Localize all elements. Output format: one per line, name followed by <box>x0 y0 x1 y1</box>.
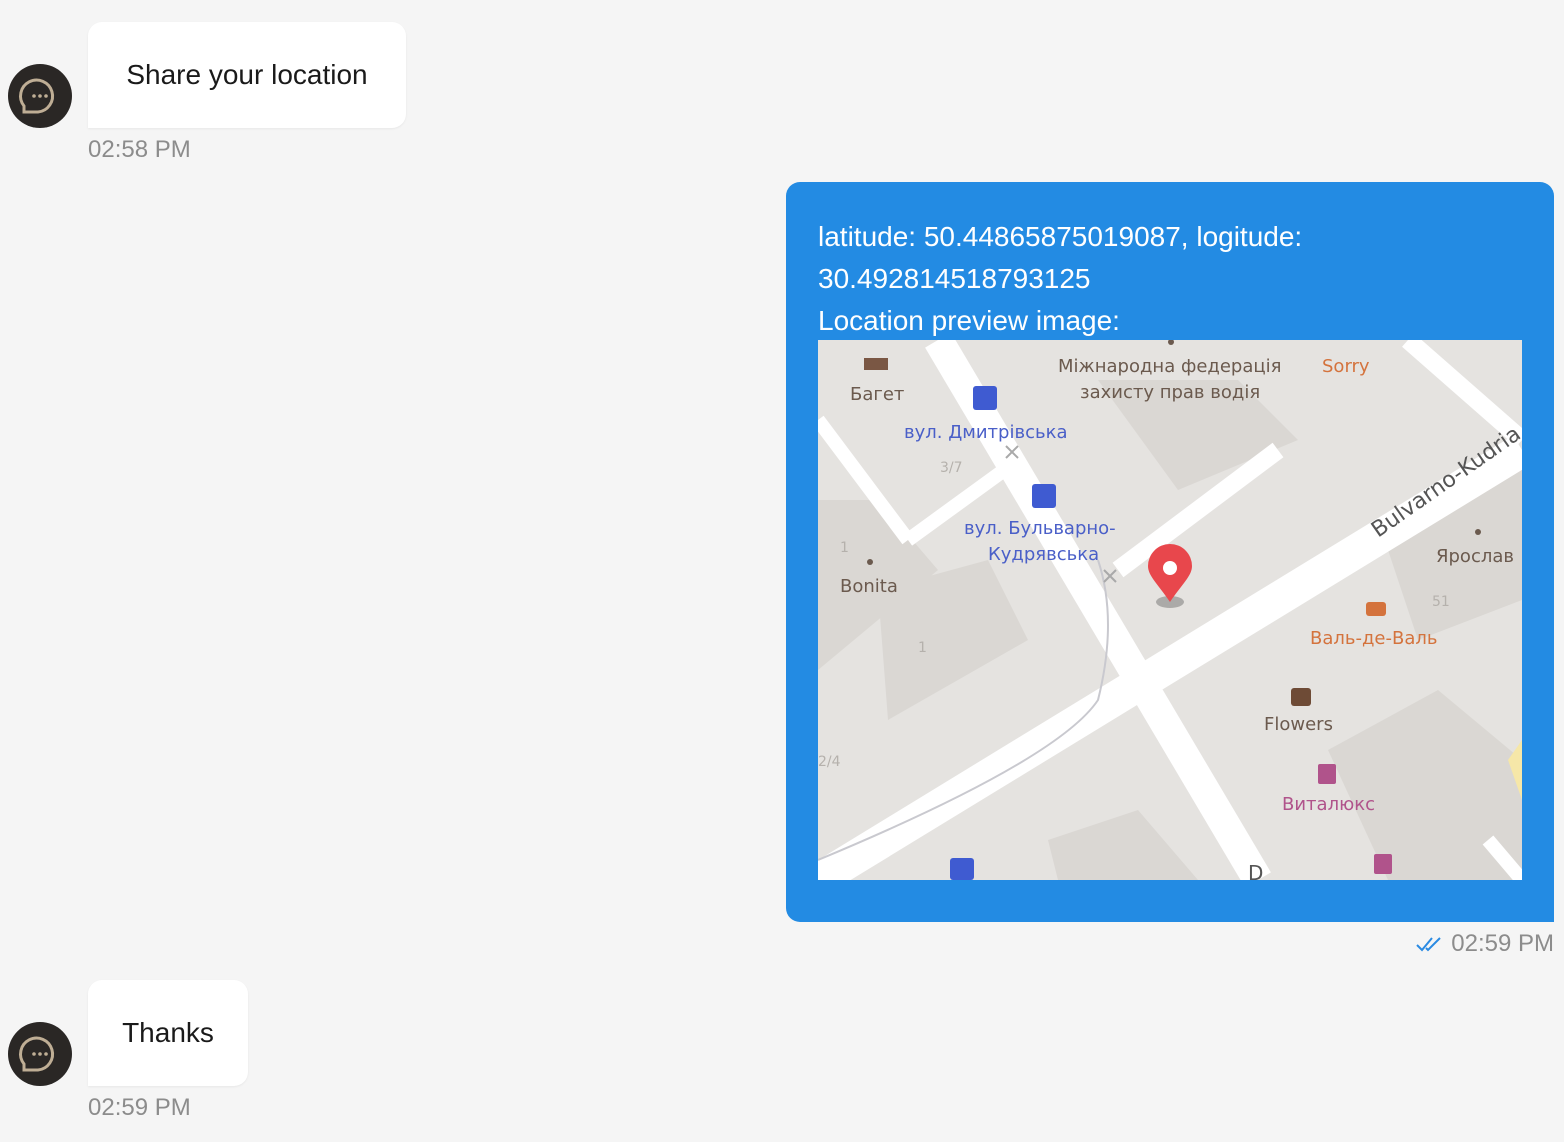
map-label-sorry: Sorry <box>1322 356 1370 377</box>
message-time: 02:59 PM <box>1451 930 1554 957</box>
map-label-yaroslav: Ярослав <box>1436 546 1514 567</box>
message-text: Thanks <box>122 1017 214 1048</box>
map-label-bulvarno-2: Кудрявська <box>988 544 1099 565</box>
map-label-flowers: Flowers <box>1264 714 1333 735</box>
bus-stop-icon <box>950 858 974 880</box>
poi-dot <box>1475 529 1481 535</box>
map-house-number: 51 <box>1432 594 1450 610</box>
longitude-line: 30.492814518793125 <box>818 263 1091 294</box>
map-label-bonita: Bonita <box>840 576 898 597</box>
message-text: Share your location <box>126 59 368 90</box>
location-message-text: latitude: 50.44865875019087, logitude: 3… <box>818 216 1518 342</box>
map-label-baget: Багет <box>850 384 904 405</box>
pharmacy-icon <box>1318 764 1336 784</box>
tram-stop-icon <box>973 386 997 410</box>
map-label-dmytrivska: вул. Дмитрівська <box>904 422 1067 443</box>
map-label-val-de-val: Валь-де-Валь <box>1310 628 1438 649</box>
bakery-icon <box>864 358 888 370</box>
cafe-icon <box>1366 602 1386 616</box>
incoming-message-bubble: Share your location <box>88 22 406 128</box>
outgoing-message-bubble: latitude: 50.44865875019087, logitude: 3… <box>786 182 1554 922</box>
incoming-message-bubble: Thanks <box>88 980 248 1086</box>
map-house-number: 1 <box>918 640 927 656</box>
map-label-bulvarno: вул. Бульварно- <box>964 518 1116 539</box>
bot-avatar <box>8 1022 72 1086</box>
outgoing-timestamp: 02:59 PM <box>1415 930 1554 958</box>
latitude-line: latitude: 50.44865875019087, logitude: <box>818 221 1303 252</box>
map-house-number: 3/7 <box>940 460 963 476</box>
map-label-federation: Міжнародна федерація <box>1058 356 1281 377</box>
preview-caption: Location preview image: <box>818 305 1120 336</box>
location-preview-map[interactable]: Багет Міжнародна федерація захисту прав … <box>818 340 1522 880</box>
message-timestamp: 02:59 PM <box>88 1094 191 1121</box>
message-timestamp: 02:58 PM <box>88 136 191 163</box>
map-label-federation-2: захисту прав водія <box>1080 382 1260 403</box>
tram-stop-icon <box>1032 484 1056 508</box>
shop-bag-icon <box>1291 688 1311 706</box>
chat-bubble-icon <box>19 78 55 114</box>
pharmacy-icon <box>1374 854 1392 874</box>
map-label-vitalux: Виталюкс <box>1282 794 1375 815</box>
chat-bubble-icon <box>19 1036 55 1072</box>
bot-avatar <box>8 64 72 128</box>
map-house-number: 1 <box>840 540 849 556</box>
map-house-number: 2/4 <box>818 754 841 770</box>
map-street-partial: D <box>1248 861 1263 880</box>
double-check-icon <box>1416 937 1441 952</box>
poi-dot <box>867 559 873 565</box>
